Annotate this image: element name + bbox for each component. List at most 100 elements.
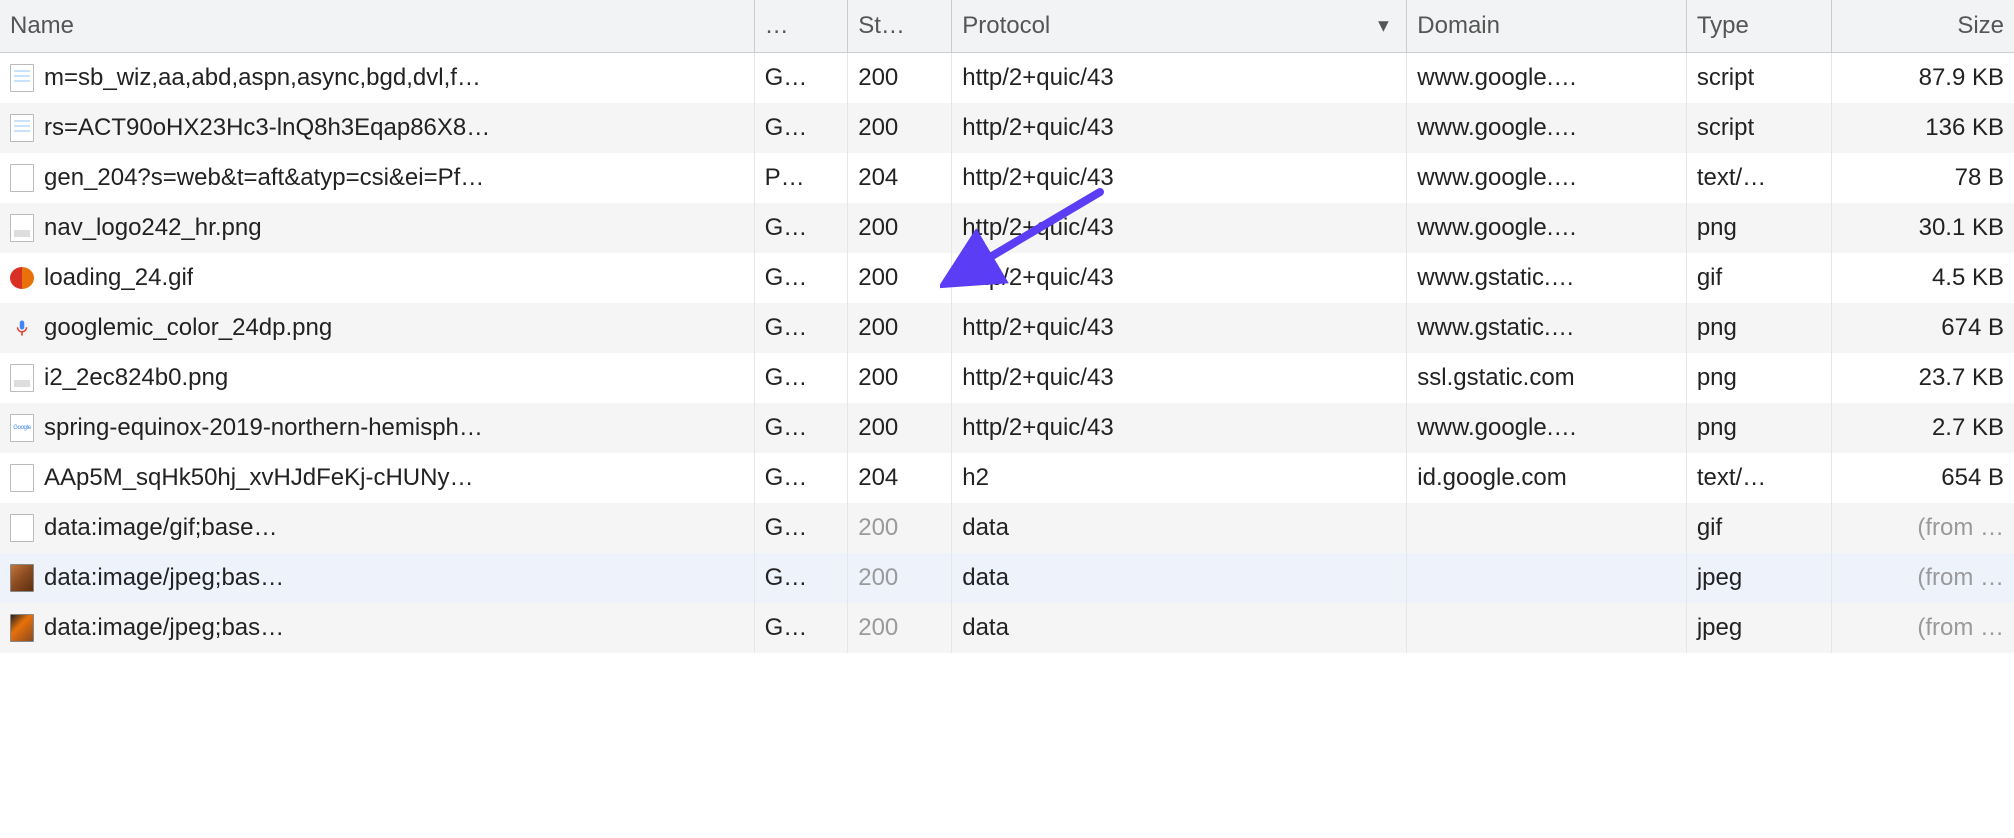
column-header-status[interactable]: St… <box>848 0 952 53</box>
cell-status[interactable]: 200 <box>848 403 952 453</box>
cell-type[interactable]: text/… <box>1686 453 1832 503</box>
cell-status[interactable]: 200 <box>848 603 952 653</box>
cell-size[interactable]: 674 B <box>1832 303 2014 353</box>
cell-protocol[interactable]: http/2+quic/43 <box>952 153 1407 203</box>
cell-name[interactable]: m=sb_wiz,aa,abd,aspn,async,bgd,dvl,f… <box>0 53 754 103</box>
cell-name[interactable]: data:image/gif;base… <box>0 503 754 553</box>
cell-size[interactable]: 654 B <box>1832 453 2014 503</box>
cell-protocol[interactable]: http/2+quic/43 <box>952 103 1407 153</box>
column-header-name[interactable]: Name <box>0 0 754 53</box>
column-header-size[interactable]: Size <box>1832 0 2014 53</box>
cell-protocol[interactable]: http/2+quic/43 <box>952 203 1407 253</box>
cell-status[interactable]: 204 <box>848 153 952 203</box>
cell-status[interactable]: 200 <box>848 53 952 103</box>
cell-status[interactable]: 200 <box>848 303 952 353</box>
cell-size[interactable]: 23.7 KB <box>1832 353 2014 403</box>
cell-method[interactable]: G… <box>754 603 848 653</box>
cell-protocol[interactable]: http/2+quic/43 <box>952 253 1407 303</box>
cell-protocol[interactable]: h2 <box>952 453 1407 503</box>
cell-type[interactable]: jpeg <box>1686 603 1832 653</box>
cell-name[interactable]: data:image/jpeg;bas… <box>0 553 754 603</box>
cell-domain[interactable]: www.google.… <box>1407 53 1687 103</box>
table-row[interactable]: AAp5M_sqHk50hj_xvHJdFeKj-cHUNy…G…204h2id… <box>0 453 2014 503</box>
column-header-type[interactable]: Type <box>1686 0 1832 53</box>
cell-domain[interactable] <box>1407 603 1687 653</box>
table-row[interactable]: data:image/jpeg;bas…G…200data jpeg(from … <box>0 603 2014 653</box>
cell-name[interactable]: i2_2ec824b0.png <box>0 353 754 403</box>
table-row[interactable]: rs=ACT90oHX23Hc3-lnQ8h3Eqap86X8…G…200htt… <box>0 103 2014 153</box>
cell-size[interactable]: (from … <box>1832 553 2014 603</box>
cell-protocol[interactable]: http/2+quic/43 <box>952 303 1407 353</box>
cell-protocol[interactable]: data <box>952 553 1407 603</box>
cell-type[interactable]: jpeg <box>1686 553 1832 603</box>
cell-method[interactable]: P… <box>754 153 848 203</box>
cell-size[interactable]: 87.9 KB <box>1832 53 2014 103</box>
cell-status[interactable]: 200 <box>848 553 952 603</box>
cell-name[interactable]: spring-equinox-2019-northern-hemisph… <box>0 403 754 453</box>
cell-method[interactable]: G… <box>754 103 848 153</box>
cell-size[interactable]: (from … <box>1832 503 2014 553</box>
cell-type[interactable]: script <box>1686 53 1832 103</box>
cell-size[interactable]: 30.1 KB <box>1832 203 2014 253</box>
cell-status[interactable]: 200 <box>848 103 952 153</box>
table-row[interactable]: i2_2ec824b0.pngG…200http/2+quic/43ssl.gs… <box>0 353 2014 403</box>
cell-protocol[interactable]: data <box>952 503 1407 553</box>
cell-domain[interactable]: www.google.… <box>1407 153 1687 203</box>
cell-protocol[interactable]: http/2+quic/43 <box>952 53 1407 103</box>
cell-type[interactable]: script <box>1686 103 1832 153</box>
cell-method[interactable]: G… <box>754 503 848 553</box>
cell-name[interactable]: loading_24.gif <box>0 253 754 303</box>
cell-name[interactable]: gen_204?s=web&t=aft&atyp=csi&ei=Pf… <box>0 153 754 203</box>
cell-domain[interactable] <box>1407 503 1687 553</box>
cell-name[interactable]: data:image/jpeg;bas… <box>0 603 754 653</box>
table-row[interactable]: nav_logo242_hr.pngG…200http/2+quic/43www… <box>0 203 2014 253</box>
cell-status[interactable]: 200 <box>848 203 952 253</box>
column-header-protocol[interactable]: Protocol ▼ <box>952 0 1407 53</box>
column-header-domain[interactable]: Domain <box>1407 0 1687 53</box>
cell-protocol[interactable]: http/2+quic/43 <box>952 403 1407 453</box>
cell-type[interactable]: text/… <box>1686 153 1832 203</box>
table-row[interactable]: spring-equinox-2019-northern-hemisph…G…2… <box>0 403 2014 453</box>
table-row[interactable]: m=sb_wiz,aa,abd,aspn,async,bgd,dvl,f…G…2… <box>0 53 2014 103</box>
cell-method[interactable]: G… <box>754 353 848 403</box>
cell-size[interactable]: (from … <box>1832 603 2014 653</box>
cell-method[interactable]: G… <box>754 553 848 603</box>
cell-name[interactable]: rs=ACT90oHX23Hc3-lnQ8h3Eqap86X8… <box>0 103 754 153</box>
cell-method[interactable]: G… <box>754 253 848 303</box>
table-row[interactable]: googlemic_color_24dp.pngG…200http/2+quic… <box>0 303 2014 353</box>
table-row[interactable]: data:image/gif;base…G…200data gif(from … <box>0 503 2014 553</box>
cell-type[interactable]: png <box>1686 203 1832 253</box>
column-header-method[interactable]: … <box>754 0 848 53</box>
cell-method[interactable]: G… <box>754 53 848 103</box>
cell-domain[interactable]: www.gstatic.… <box>1407 303 1687 353</box>
cell-name[interactable]: AAp5M_sqHk50hj_xvHJdFeKj-cHUNy… <box>0 453 754 503</box>
cell-protocol[interactable]: data <box>952 603 1407 653</box>
cell-method[interactable]: G… <box>754 453 848 503</box>
cell-domain[interactable]: www.google.… <box>1407 403 1687 453</box>
cell-size[interactable]: 136 KB <box>1832 103 2014 153</box>
cell-domain[interactable]: www.google.… <box>1407 103 1687 153</box>
cell-type[interactable]: gif <box>1686 503 1832 553</box>
cell-status[interactable]: 200 <box>848 503 952 553</box>
cell-protocol[interactable]: http/2+quic/43 <box>952 353 1407 403</box>
cell-size[interactable]: 2.7 KB <box>1832 403 2014 453</box>
cell-method[interactable]: G… <box>754 403 848 453</box>
cell-type[interactable]: png <box>1686 353 1832 403</box>
cell-name[interactable]: googlemic_color_24dp.png <box>0 303 754 353</box>
cell-domain[interactable]: ssl.gstatic.com <box>1407 353 1687 403</box>
cell-type[interactable]: gif <box>1686 253 1832 303</box>
cell-size[interactable]: 4.5 KB <box>1832 253 2014 303</box>
cell-domain[interactable] <box>1407 553 1687 603</box>
cell-domain[interactable]: id.google.com <box>1407 453 1687 503</box>
cell-status[interactable]: 200 <box>848 253 952 303</box>
cell-type[interactable]: png <box>1686 403 1832 453</box>
cell-status[interactable]: 200 <box>848 353 952 403</box>
cell-name[interactable]: nav_logo242_hr.png <box>0 203 754 253</box>
cell-method[interactable]: G… <box>754 203 848 253</box>
cell-status[interactable]: 204 <box>848 453 952 503</box>
table-row[interactable]: data:image/jpeg;bas…G…200data jpeg(from … <box>0 553 2014 603</box>
table-row[interactable]: gen_204?s=web&t=aft&atyp=csi&ei=Pf…P…204… <box>0 153 2014 203</box>
cell-domain[interactable]: www.gstatic.… <box>1407 253 1687 303</box>
cell-domain[interactable]: www.google.… <box>1407 203 1687 253</box>
cell-method[interactable]: G… <box>754 303 848 353</box>
